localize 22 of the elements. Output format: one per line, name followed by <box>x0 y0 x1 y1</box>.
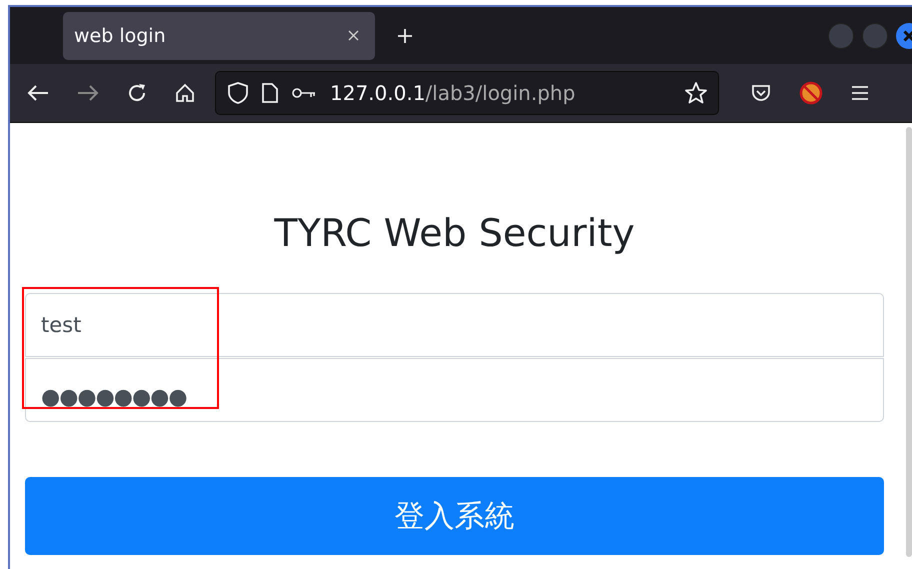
shield-icon[interactable] <box>228 82 248 104</box>
back-arrow-icon[interactable] <box>27 84 49 102</box>
home-icon[interactable] <box>175 83 195 103</box>
address-bar[interactable]: 127.0.0.1/lab3/login.php <box>215 71 719 115</box>
menu-icon[interactable] <box>851 85 869 101</box>
page-icon[interactable] <box>262 83 278 103</box>
close-icon[interactable] <box>348 30 359 41</box>
url-text: 127.0.0.1/lab3/login.php <box>330 81 576 105</box>
tab-title: web login <box>74 24 166 46</box>
new-tab-icon[interactable] <box>397 28 413 44</box>
browser-tab[interactable]: web login <box>63 12 375 60</box>
password-field[interactable]: ●●●●●●●● <box>25 358 884 422</box>
scrollbar[interactable] <box>906 127 912 557</box>
reload-icon[interactable] <box>127 83 147 103</box>
star-icon[interactable] <box>684 81 708 105</box>
pocket-icon[interactable] <box>751 83 771 103</box>
username-field[interactable]: test <box>25 293 884 357</box>
extension-icon[interactable] <box>799 81 823 105</box>
login-button[interactable]: 登入系統 <box>25 477 884 555</box>
page-title: TYRC Web Security <box>273 211 636 255</box>
forward-arrow-icon[interactable] <box>77 84 99 102</box>
key-icon[interactable] <box>292 87 316 99</box>
